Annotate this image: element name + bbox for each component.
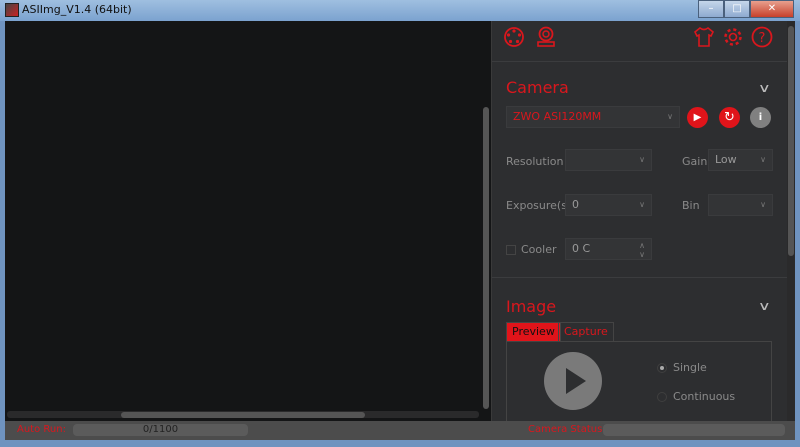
continuous-label: Continuous <box>673 390 736 403</box>
resolution-select[interactable]: ∨ <box>565 149 652 171</box>
exposure-value: 0 <box>572 198 579 211</box>
divider <box>492 61 787 62</box>
shirt-icon[interactable] <box>693 26 715 48</box>
gain-select[interactable]: Low ∨ <box>708 149 773 171</box>
refresh-camera-button[interactable]: ↻ <box>719 107 740 128</box>
camera-section-title: Camera <box>506 78 569 97</box>
tab-capture[interactable]: Capture <box>558 322 614 342</box>
cooler-value: 0 C <box>572 242 591 255</box>
close-button[interactable]: ✕ <box>750 0 794 18</box>
resolution-label: Resolution <box>506 155 564 168</box>
image-collapse-chevron-icon[interactable]: ∨ <box>758 299 771 313</box>
camera-status-field <box>603 424 785 436</box>
bin-select[interactable]: ∨ <box>708 194 773 216</box>
divider <box>492 277 787 278</box>
cooler-temperature-spinbox[interactable]: 0 C ∧ ∨ <box>565 238 652 260</box>
gain-label: Gain <box>682 155 708 168</box>
gear-icon[interactable] <box>722 26 744 48</box>
app-icon <box>5 3 19 17</box>
viewer-horizontal-scrollbar[interactable] <box>121 412 365 418</box>
auto-run-progress: 0/1100 <box>73 424 248 436</box>
exposure-label: Exposure(s) <box>506 199 572 212</box>
gain-value: Low <box>715 153 737 166</box>
preview-pane: Single Continuous <box>506 341 772 421</box>
status-bar: Auto Run: 0/1100 Camera Status: <box>5 421 795 440</box>
title-bar: ASIImg_V1.4 (64bit) – □ ✕ <box>0 0 800 21</box>
camera-lens-icon[interactable] <box>503 26 525 48</box>
single-label: Single <box>673 361 707 374</box>
webcam-icon[interactable] <box>535 26 557 48</box>
exposure-select[interactable]: 0 ∨ <box>565 194 652 216</box>
cooler-checkbox[interactable] <box>506 245 516 255</box>
auto-run-label: Auto Run: <box>17 424 66 435</box>
minimize-button[interactable]: – <box>698 0 724 18</box>
camera-collapse-chevron-icon[interactable]: ∨ <box>758 81 771 95</box>
camera-status-label: Camera Status: <box>528 424 606 435</box>
svg-text:?: ? <box>759 31 766 46</box>
camera-device-value: ZWO ASI120MM <box>513 110 602 123</box>
bin-label: Bin <box>682 199 700 212</box>
control-panel: ? Camera ∨ ZWO ASI120MM ∨ ▶ ↻ i Resolutio… <box>491 21 787 421</box>
camera-info-button[interactable]: i <box>750 107 771 128</box>
image-viewer[interactable] <box>5 21 491 421</box>
image-section-title: Image <box>506 297 557 316</box>
maximize-button[interactable]: □ <box>724 0 750 18</box>
start-camera-button[interactable]: ▶ <box>687 107 708 128</box>
cooler-label: Cooler <box>521 243 557 256</box>
help-icon[interactable]: ? <box>751 26 773 48</box>
preview-play-button[interactable] <box>544 352 602 410</box>
panel-scrollbar[interactable] <box>787 21 795 421</box>
camera-device-select[interactable]: ZWO ASI120MM ∨ <box>506 106 680 128</box>
window-title: ASIImg_V1.4 (64bit) <box>22 3 132 16</box>
tab-preview[interactable]: Preview <box>506 322 561 342</box>
continuous-radio[interactable] <box>657 392 667 402</box>
viewer-vertical-scrollbar[interactable] <box>483 107 489 409</box>
single-radio[interactable] <box>657 363 667 373</box>
app-client: ? Camera ∨ ZWO ASI120MM ∨ ▶ ↻ i Resolutio… <box>5 21 795 440</box>
